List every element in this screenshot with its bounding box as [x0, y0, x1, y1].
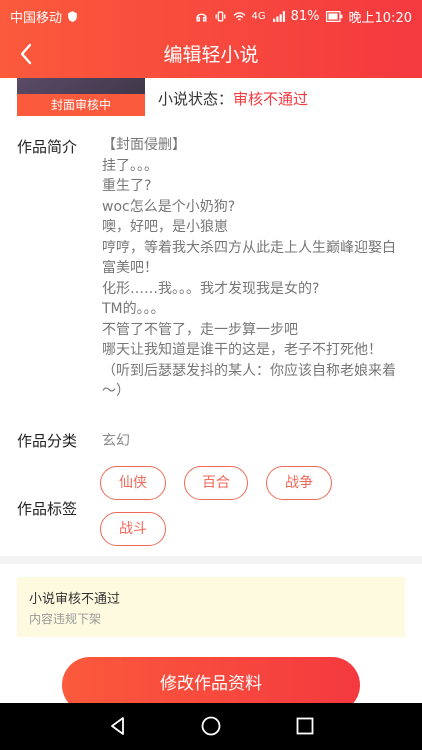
carrier-label: 中国移动 [10, 11, 63, 26]
nav-bar: 编辑轻小说 [0, 30, 422, 78]
cover-status-label: 封面审核中 [17, 94, 145, 116]
battery-icon [325, 11, 342, 22]
tag-item[interactable]: 战斗 [100, 512, 166, 546]
review-notice: 小说审核不通过 内容违规下架 [17, 577, 405, 637]
header-gradient: 中国移动 4G 81% 晚上10:20 编辑轻小说 [0, 0, 422, 78]
system-nav-bar [0, 703, 422, 750]
tags-label: 作品标签 [17, 500, 78, 518]
shield-icon [68, 11, 77, 22]
status-value: 审核不通过 [233, 90, 309, 108]
synopsis-line: 【封面侵删】 [102, 137, 186, 153]
synopsis-line: 哼哼，等着我大杀四方从此走上人生巅峰迎娶白富美吧！ [102, 239, 396, 277]
novel-status: 小说状态：审核不通过 [158, 88, 308, 109]
synopsis-text[interactable]: 【封面侵删】 挂了。。。 重生了? woc怎么是个小奶狗? 噢，好吧，是小狼崽 … [102, 135, 408, 402]
category-value[interactable]: 玄幻 [102, 430, 130, 450]
tag-item[interactable]: 战争 [266, 466, 332, 500]
synopsis-line: 化形……我。。。我才发现我是女的? [102, 280, 320, 297]
synopsis-line: （听到后瑟瑟发抖的某人：你应该自称老娘来着～） [102, 362, 396, 400]
synopsis-line: 噢，好吧，是小狼崽 [102, 219, 228, 235]
page-title: 编辑轻小说 [163, 44, 259, 66]
section-divider [0, 556, 422, 564]
battery-percent: 81% [290, 9, 320, 24]
tag-item[interactable]: 百合 [184, 466, 248, 500]
synopsis-line: 挂了。。。 [102, 157, 158, 174]
home-circle-icon[interactable] [199, 714, 223, 738]
notice-reason: 内容违规下架 [29, 612, 102, 626]
recents-square-icon[interactable] [293, 714, 317, 738]
synopsis-line: 哪天让我知道是谁干的这是，老子不打死他！ [102, 342, 382, 358]
vibrate-icon [215, 11, 225, 22]
status-bar: 中国移动 4G 81% 晚上10:20 [0, 0, 422, 30]
headset-icon [195, 13, 207, 22]
synopsis-line: 不管了不管了，走一步算一步吧 [102, 321, 298, 338]
notice-title: 小说审核不通过 [29, 592, 121, 607]
synopsis-line: woc怎么是个小奶狗? [102, 198, 236, 215]
wifi-icon [233, 12, 245, 21]
synopsis-label: 作品简介 [17, 138, 78, 156]
status-label: 小说状态： [158, 90, 234, 108]
signal-icon [272, 11, 285, 22]
synopsis-line: TM的。。。 [102, 301, 165, 317]
network-type-label: 4G [251, 11, 266, 22]
category-label: 作品分类 [17, 432, 78, 450]
clock-time: 晚上10:20 [348, 11, 412, 26]
tag-item[interactable]: 仙侠 [100, 466, 166, 500]
cover-image[interactable]: 封面审核中 [17, 78, 145, 116]
back-triangle-icon[interactable] [106, 714, 130, 738]
synopsis-line: 重生了? [102, 178, 152, 194]
